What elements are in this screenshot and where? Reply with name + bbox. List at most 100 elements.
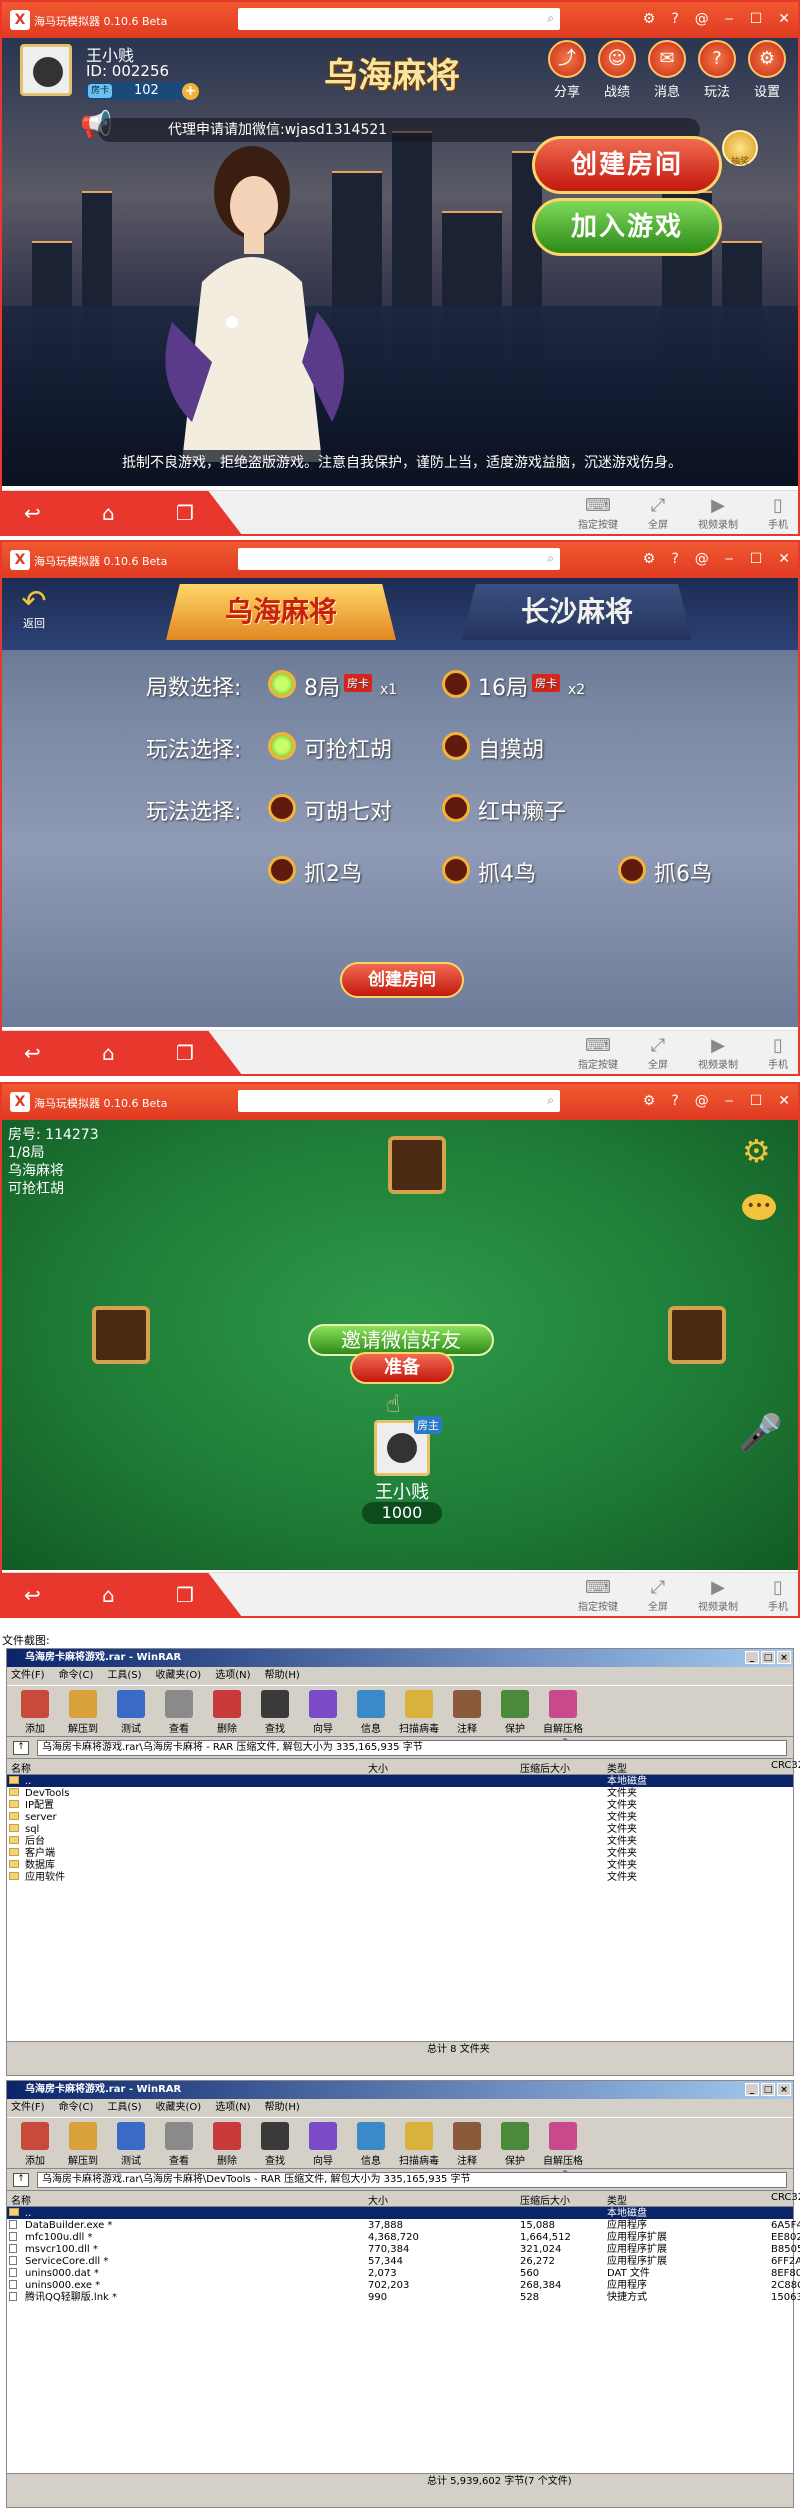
table-row[interactable]: DevTools 文件夹 — [7, 1787, 793, 1799]
column-header[interactable]: 类型 — [607, 1760, 627, 1775]
share-button[interactable]: ⤴ 分享 — [545, 40, 589, 100]
fullscreen-tool[interactable]: ⤢ 全屏 — [638, 1035, 678, 1071]
radio-zimo-hu[interactable] — [442, 732, 470, 760]
help-icon[interactable]: ? — [671, 551, 678, 567]
table-row[interactable]: .. 本地磁盘 — [7, 1775, 793, 1787]
join-game-button[interactable]: 加入游戏 — [532, 198, 722, 256]
menu-item[interactable]: 收藏夹(O) — [156, 1667, 202, 1685]
archive-path[interactable]: 乌海房卡麻将游戏.rar\乌海房卡麻将 - RAR 压缩文件, 解包大小为 33… — [37, 1740, 787, 1756]
option-16-rounds[interactable]: 16局 — [478, 670, 528, 702]
radio-qi-dui[interactable] — [268, 794, 296, 822]
toolbar-button[interactable]: 保护 — [491, 2118, 539, 2168]
toolbar-button[interactable]: 扫描病毒 — [395, 1686, 443, 1736]
toolbar-button[interactable]: 测试 — [107, 2118, 155, 2168]
home-icon[interactable]: ⌂ — [102, 1041, 115, 1065]
option-hongzhong[interactable]: 红中癞子 — [478, 794, 566, 826]
rules-button[interactable]: ? 玩法 — [695, 40, 739, 100]
message-button[interactable]: ✉ 消息 — [645, 40, 689, 100]
record-video-tool[interactable]: ▶ 视频录制 — [698, 1577, 738, 1613]
create-room-button[interactable]: 创建房间 — [532, 136, 722, 194]
microphone-icon[interactable]: 🎤 — [738, 1412, 783, 1454]
menu-item[interactable]: 帮助(H) — [265, 2099, 300, 2117]
record-button[interactable]: ☺ 战绩 — [595, 40, 639, 100]
close-icon[interactable]: × — [777, 2083, 791, 2096]
toolbar-button[interactable]: 添加 — [11, 2118, 59, 2168]
close-icon[interactable]: ✕ — [778, 551, 790, 567]
minimize-icon[interactable]: ‒ — [725, 11, 734, 27]
radio-hongzhong[interactable] — [442, 794, 470, 822]
recent-apps-icon[interactable]: ❐ — [176, 1041, 194, 1065]
up-folder-button[interactable]: ↑ — [13, 1741, 29, 1755]
minimize-icon[interactable]: _ — [745, 2083, 759, 2096]
toolbar-button[interactable]: 查找 — [251, 1686, 299, 1736]
table-row[interactable]: ServiceCore.dll * 57,344 26,272 应用程序扩展 6FF2A… — [7, 2255, 800, 2267]
option-zhua-6[interactable]: 抓6鸟 — [654, 856, 712, 888]
toolbar-button[interactable]: 删除 — [203, 2118, 251, 2168]
close-icon[interactable]: ✕ — [778, 11, 790, 27]
radio-16-rounds[interactable] — [442, 670, 470, 698]
avatar[interactable] — [20, 44, 72, 96]
maximize-icon[interactable]: ☐ — [750, 11, 763, 27]
emulator-search-input[interactable]: ⌕ — [238, 8, 560, 30]
lottery-coin-button[interactable]: 抽奖 — [722, 130, 758, 167]
toolbar-button[interactable]: 向导 — [299, 2118, 347, 2168]
search-icon[interactable]: ⌕ — [547, 1093, 554, 1108]
help-icon[interactable]: ? — [671, 11, 678, 27]
toolbar-button[interactable]: 保护 — [491, 1686, 539, 1736]
fullscreen-tool[interactable]: ⤢ 全屏 — [638, 495, 678, 531]
radio-zhua-2[interactable] — [268, 856, 296, 884]
fullscreen-tool[interactable]: ⤢ 全屏 — [638, 1577, 678, 1613]
option-8-rounds[interactable]: 8局 — [304, 670, 340, 702]
up-folder-button[interactable]: ↑ — [13, 2173, 29, 2187]
toolbar-button[interactable]: 解压到 — [59, 1686, 107, 1736]
menu-item[interactable]: 收藏夹(O) — [156, 2099, 202, 2117]
column-header[interactable]: 大小 — [368, 2192, 388, 2207]
table-row[interactable]: .. 本地磁盘 — [7, 2207, 793, 2219]
menu-item[interactable]: 命令(C) — [59, 1667, 94, 1685]
toolbar-button[interactable]: 删除 — [203, 1686, 251, 1736]
minimize-icon[interactable]: _ — [745, 1651, 759, 1664]
back-button[interactable]: ↶ 返回 — [14, 584, 54, 631]
toolbar-button[interactable]: 自解压格式 — [539, 2118, 587, 2182]
table-row[interactable]: 客户端 文件夹 — [7, 1847, 793, 1859]
search-icon[interactable]: ⌕ — [547, 551, 554, 566]
keymap-tool[interactable]: ⌨ 指定按键 — [578, 1035, 618, 1071]
maximize-icon[interactable]: □ — [761, 2083, 775, 2096]
phone-tool[interactable]: ▯ 手机 — [758, 1035, 798, 1071]
menu-item[interactable]: 工具(S) — [107, 1667, 141, 1685]
menu-item[interactable]: 选项(N) — [215, 2099, 250, 2117]
option-qiang-gang-hu[interactable]: 可抢杠胡 — [304, 732, 392, 764]
radio-zhua-4[interactable] — [442, 856, 470, 884]
maximize-icon[interactable]: □ — [761, 1651, 775, 1664]
tab-changsha-mahjong[interactable]: 长沙麻将 — [462, 584, 692, 640]
table-row[interactable]: 腾讯QQ轻聊版.lnk * 990 528 快捷方式 15063F0A — [7, 2291, 800, 2303]
settings-icon[interactable]: ⚙ — [643, 1093, 656, 1109]
column-header[interactable]: CRC32 — [771, 2192, 800, 2203]
record-video-tool[interactable]: ▶ 视频录制 — [698, 495, 738, 531]
minimize-icon[interactable]: ‒ — [725, 1093, 734, 1109]
toolbar-button[interactable]: 自解压格式 — [539, 1686, 587, 1750]
table-row[interactable]: server 文件夹 — [7, 1811, 793, 1823]
account-icon[interactable]: @ — [695, 11, 709, 27]
gear-icon[interactable]: ⚙ — [742, 1132, 771, 1170]
table-row[interactable]: unins000.dat * 2,073 560 DAT 文件 8EF80304 — [7, 2267, 800, 2279]
table-row[interactable]: msvcr100.dll * 770,384 321,024 应用程序扩展 B8505E… — [7, 2243, 800, 2255]
column-header[interactable]: CRC32 — [771, 1760, 800, 1771]
chat-icon[interactable]: ••• — [742, 1194, 776, 1220]
settings-icon[interactable]: ⚙ — [643, 551, 656, 567]
menu-item[interactable]: 选项(N) — [215, 1667, 250, 1685]
toolbar-button[interactable]: 查找 — [251, 2118, 299, 2168]
column-header[interactable]: 类型 — [607, 2192, 627, 2207]
table-row[interactable]: sql 文件夹 — [7, 1823, 793, 1835]
ready-button[interactable]: 准备 — [350, 1352, 454, 1384]
help-icon[interactable]: ? — [671, 1093, 678, 1109]
back-icon[interactable]: ↩ — [24, 1041, 41, 1065]
table-row[interactable]: 应用软件 文件夹 — [7, 1871, 793, 1883]
toolbar-button[interactable]: 查看 — [155, 1686, 203, 1736]
tab-wuhai-mahjong[interactable]: 乌海麻将 — [166, 584, 396, 640]
menu-item[interactable]: 文件(F) — [11, 2099, 45, 2117]
phone-tool[interactable]: ▯ 手机 — [758, 495, 798, 531]
toolbar-button[interactable]: 信息 — [347, 1686, 395, 1736]
maximize-icon[interactable]: ☐ — [750, 1093, 763, 1109]
phone-tool[interactable]: ▯ 手机 — [758, 1577, 798, 1613]
